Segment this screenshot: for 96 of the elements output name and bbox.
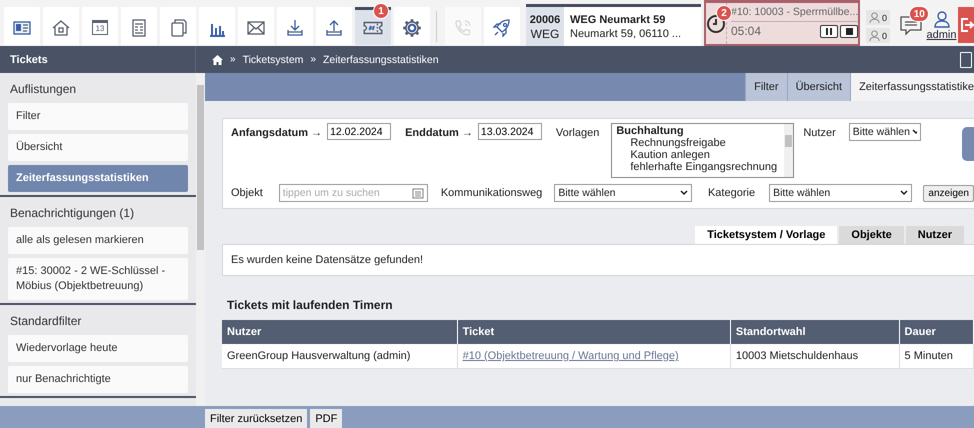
date-field[interactable]: 13.03.2024 <box>478 123 542 140</box>
house-icon <box>51 18 71 38</box>
side-tab[interactable] <box>962 127 974 161</box>
channel-select[interactable]: Bitte wählen <box>554 184 692 202</box>
logout-button[interactable] <box>958 7 974 43</box>
toolbar-button[interactable] <box>484 7 520 45</box>
object-address: Neumarkt 59, 06110 ... <box>570 26 682 40</box>
field-label: Nutzer <box>803 126 836 139</box>
field-label: Enddatum → <box>405 126 473 139</box>
timer-badge: 2 <box>716 5 732 21</box>
result-tab[interactable]: Nutzer <box>906 226 964 244</box>
date-field[interactable]: 12.02.2024 <box>327 123 392 140</box>
pause-button[interactable] <box>820 24 838 38</box>
toolbar-button[interactable] <box>277 7 313 45</box>
section-title: Tickets mit laufenden Timern <box>227 298 394 312</box>
sidebar-item[interactable]: Übersicht <box>8 134 188 161</box>
object-number: 20006 WEG <box>526 7 564 46</box>
stop-button[interactable] <box>840 24 858 38</box>
column-header: Ticket <box>457 320 730 344</box>
chevron-down-icon <box>912 129 917 135</box>
list-option[interactable]: Buchhaltung <box>616 125 780 137</box>
list-option[interactable]: Rechnungsfreigabe <box>616 137 780 149</box>
sidebar-heading: Benachrichtigungen (1) <box>9 205 136 222</box>
sidebar-heading: Auflistungen <box>9 81 78 98</box>
field-label: Kategorie <box>708 187 756 199</box>
breadcrumb-item[interactable]: Ticketsystem <box>242 54 304 66</box>
timer-ticket: #10: 10003 - Sperrmüllbe... <box>731 6 858 22</box>
toolbar-button[interactable]: 13 <box>82 7 118 45</box>
field-label: Kommunikationsweg <box>440 187 542 199</box>
sidebar-item[interactable]: #15: 30002 - 2 WE-Schlüssel - Möbius (Objektbetreuung) <box>8 258 188 300</box>
toolbar-button[interactable] <box>199 7 235 45</box>
footer-button[interactable]: PDF <box>310 409 342 428</box>
chevron-down-icon <box>900 190 908 196</box>
download-icon <box>285 18 305 38</box>
table-cell: 10003 Mietschuldenhaus <box>730 344 900 368</box>
toolbar-button[interactable] <box>4 7 40 45</box>
toolbar-button[interactable] <box>394 7 430 45</box>
notification-badge: 1 <box>373 3 389 19</box>
table-cell: GreenGroup Hausverwaltung (admin) <box>222 344 458 368</box>
timer-time: 05:04 <box>731 24 762 38</box>
field-label: Objekt <box>231 187 263 199</box>
home-icon[interactable] <box>212 54 223 64</box>
empty-message: Es wurden keine Datensätze gefunden! <box>231 254 424 266</box>
toolbar-button[interactable] <box>43 7 79 45</box>
user-select[interactable]: Bitte wählen <box>848 123 921 141</box>
pause-icon <box>826 28 832 34</box>
sidebar-item[interactable]: alle als gelesen markieren <box>8 227 188 254</box>
list-option[interactable]: Kaution anlegen <box>616 149 780 161</box>
list-scrollbar[interactable] <box>784 124 794 177</box>
category-select[interactable]: Bitte wählen <box>769 184 912 202</box>
counter[interactable]: 0 <box>866 28 890 43</box>
table-cell: 5 Minuten <box>899 344 974 368</box>
chevron-down-icon <box>680 190 688 196</box>
stop-icon <box>846 28 853 34</box>
scrollbar[interactable] <box>196 73 205 406</box>
user-link[interactable]: admin <box>926 28 956 40</box>
upload-icon <box>324 18 344 38</box>
breadcrumb-separator: » <box>230 54 236 65</box>
phone-icon <box>453 18 473 38</box>
toolbar-button[interactable] <box>160 7 196 45</box>
toolbar-button[interactable] <box>121 7 157 45</box>
toolbar-button[interactable] <box>316 7 352 45</box>
object-name: WEG Neumarkt 59 <box>570 12 666 26</box>
column-header: Dauer <box>899 320 974 344</box>
gear-icon <box>401 16 423 38</box>
sidebar-item[interactable]: nur Benachrichtigte <box>8 366 188 393</box>
list-icon[interactable] <box>412 188 424 198</box>
breadcrumb-item[interactable]: Zeiterfassungsstatistiken <box>323 54 439 66</box>
person-icon <box>869 30 880 41</box>
tab[interactable]: Übersicht <box>786 73 850 101</box>
result-tab[interactable]: Objekte <box>839 226 904 244</box>
toolbar-button[interactable] <box>238 7 274 45</box>
column-header: Nutzer <box>222 320 458 344</box>
column-header: Standortwahl <box>730 320 900 344</box>
sidebar-heading: Standardfilter <box>9 313 82 330</box>
field-label: Anfangsdatum → <box>231 126 322 139</box>
tab[interactable]: Filter <box>745 73 787 101</box>
breadcrumb-separator: » <box>310 54 316 65</box>
rocket-icon <box>492 18 512 38</box>
footer-button[interactable]: Filter zurücksetzen <box>205 409 308 428</box>
sidebar-item[interactable]: Zeiterfassungsstatistiken <box>8 165 188 192</box>
tab[interactable]: Zeiterfassungsstatistike <box>850 73 974 101</box>
user-icon <box>932 10 951 28</box>
ticket-link[interactable]: #10 (Objektbetreuung / Wartung und Pflege) <box>462 350 679 362</box>
logout-icon <box>960 17 974 33</box>
list-option[interactable]: fehlerhafte Eingangsrechnung <box>616 161 780 173</box>
result-tab[interactable]: Ticketsystem / Vorlage <box>695 226 838 244</box>
messages-badge: 10 <box>909 6 930 22</box>
show-button[interactable]: anzeigen <box>923 184 974 202</box>
template-list[interactable]: Buchhaltung Rechnungsfreigabe Kaution anlegen fehlerhafte Eingangsrechnung <box>611 123 794 178</box>
counter[interactable]: 0 <box>866 10 890 25</box>
field-label: Vorlagen <box>556 126 600 139</box>
sidebar-item[interactable]: Wiedervorlage heute <box>8 335 188 362</box>
panel-toggle-icon[interactable] <box>960 52 972 68</box>
calendar-icon: 13 <box>92 20 108 35</box>
sidebar-item[interactable]: Filter <box>8 103 188 130</box>
